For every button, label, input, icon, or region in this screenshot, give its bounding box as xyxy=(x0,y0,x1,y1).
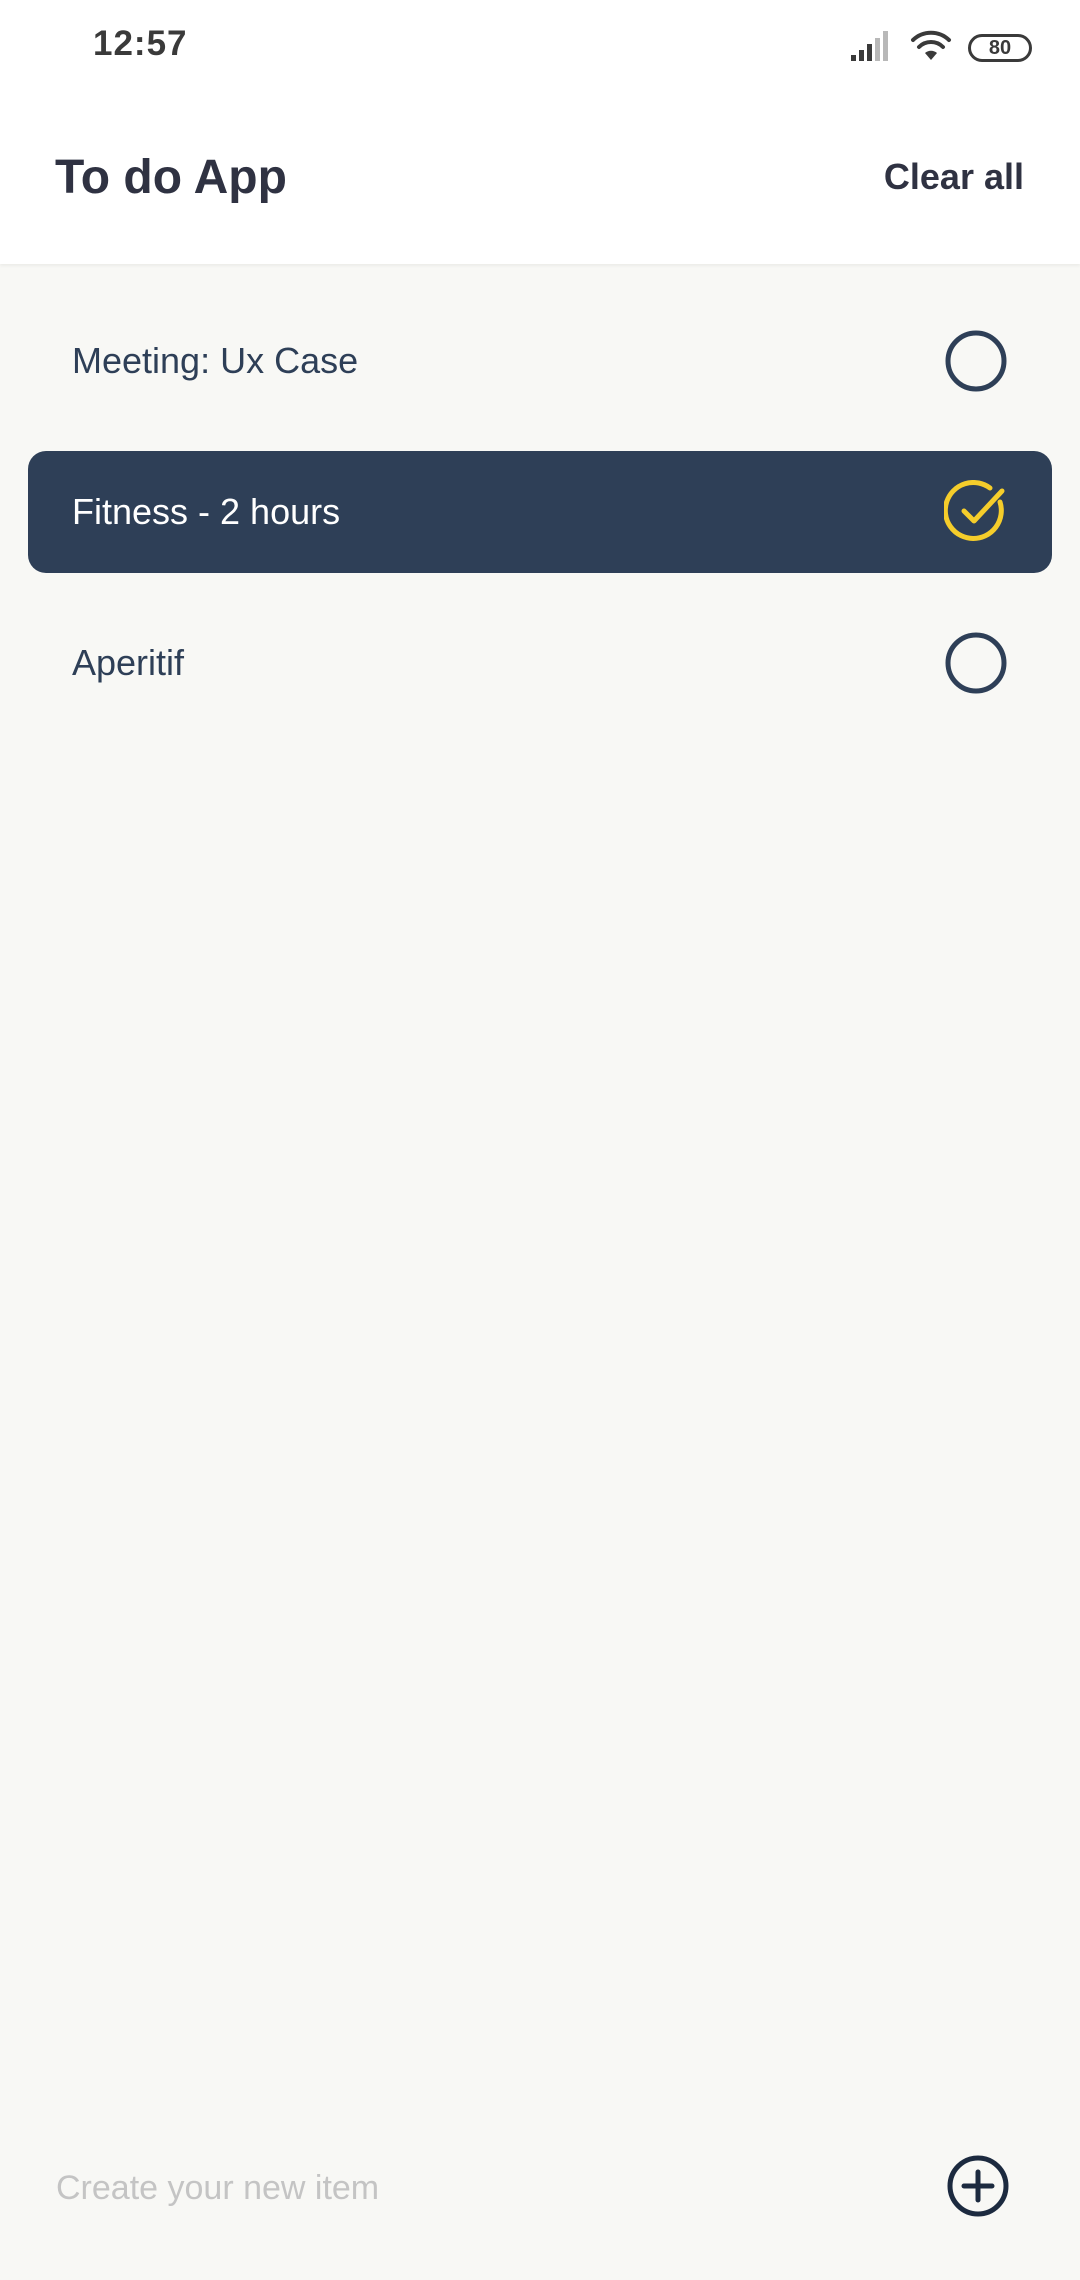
unchecked-circle-icon[interactable] xyxy=(944,329,1008,393)
page-title: To do App xyxy=(55,151,287,204)
add-circle-icon[interactable] xyxy=(946,2154,1010,2218)
todo-item[interactable]: Aperitif xyxy=(28,602,1052,724)
status-icons: 80 xyxy=(850,26,1032,70)
unchecked-circle-icon[interactable] xyxy=(944,631,1008,695)
todo-item-label: Fitness - 2 hours xyxy=(72,491,341,532)
todo-item-completed[interactable]: Fitness - 2 hours xyxy=(28,451,1052,573)
todo-item[interactable]: Meeting: Ux Case xyxy=(28,300,1052,422)
app-header: To do App Clear all xyxy=(0,96,1080,264)
new-item-input[interactable] xyxy=(56,2156,856,2220)
todo-item-label: Aperitif xyxy=(72,642,185,683)
signal-icon xyxy=(850,29,894,68)
wifi-icon xyxy=(910,29,952,68)
todo-item-label: Meeting: Ux Case xyxy=(72,340,359,381)
clear-all-button[interactable]: Clear all xyxy=(884,156,1024,198)
status-time: 12:57 xyxy=(93,24,188,63)
new-item-row xyxy=(0,2140,1080,2236)
check-circle-icon[interactable] xyxy=(942,479,1008,544)
battery-icon: 80 xyxy=(968,34,1032,62)
status-bar: 12:57 80 xyxy=(0,0,1080,96)
